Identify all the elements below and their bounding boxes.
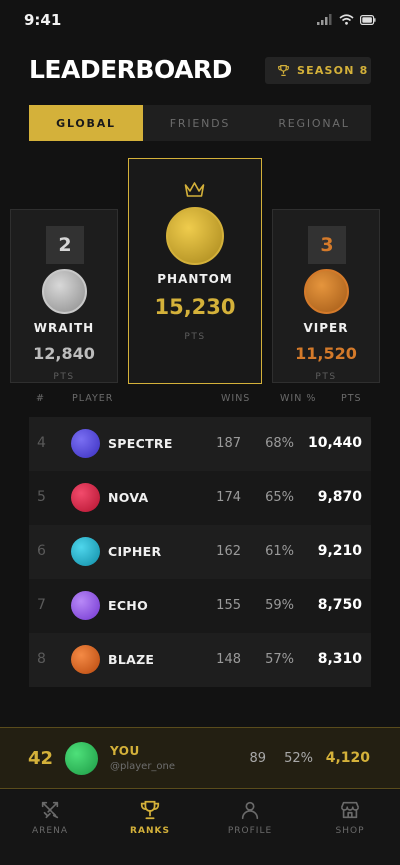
tab-regional[interactable]: REGIONAL [257, 105, 371, 141]
avatar [71, 591, 100, 620]
row-player-name: ECHO [108, 598, 148, 613]
row-rank: 7 [37, 597, 46, 613]
tab-global[interactable]: GLOBAL [29, 105, 143, 141]
row-points: 9,210 [317, 543, 362, 559]
season-button[interactable]: SEASON 8 [265, 57, 371, 84]
nav-label: RANKS [130, 826, 170, 836]
current-user-row[interactable]: 42 YOU @player_one 89 52% 4,120 [0, 727, 400, 789]
current-user-name: YOU [110, 744, 140, 758]
nav-label: ARENA [32, 826, 68, 836]
trophy-icon [140, 800, 160, 820]
row-win-pct: 68% [265, 436, 294, 451]
player-points: 11,520 [295, 344, 357, 363]
ranking-list: 4 SPECTRE 187 68% 10,440 5 NOVA 174 65% … [29, 417, 371, 687]
row-points: 8,750 [317, 597, 362, 613]
row-points: 9,870 [317, 489, 362, 505]
player-name: VIPER [303, 321, 349, 335]
current-user-points: 4,120 [325, 750, 370, 766]
status-time: 9:41 [24, 11, 62, 29]
row-player-name: CIPHER [108, 544, 162, 559]
points-unit: PTS [315, 372, 337, 382]
row-wins: 162 [216, 544, 241, 559]
current-user-rank: 42 [28, 748, 54, 769]
bottom-nav: ARENA RANKS PROFILE SHOP [0, 790, 400, 865]
trophy-icon [278, 65, 289, 76]
player-name: WRAITH [33, 321, 95, 335]
season-label: SEASON 8 [297, 64, 369, 77]
current-user-wins: 89 [249, 751, 266, 766]
rank-badge: 3 [308, 226, 346, 264]
nav-ranks[interactable]: RANKS [100, 790, 200, 865]
store-icon [340, 801, 360, 819]
header-wins: WINS [221, 393, 251, 404]
nav-label: PROFILE [227, 826, 273, 836]
user-icon [241, 801, 259, 820]
rank-badge: 2 [46, 226, 84, 264]
table-row[interactable]: 7 ECHO 155 59% 8,750 [29, 579, 371, 633]
table-header: # PLAYER WINS WIN % PTS [0, 393, 400, 409]
battery-icon [360, 14, 376, 25]
row-wins: 148 [216, 652, 241, 667]
row-rank: 4 [37, 435, 46, 451]
row-rank: 5 [37, 489, 46, 505]
nav-arena[interactable]: ARENA [0, 790, 100, 865]
avatar [65, 742, 98, 775]
player-name: PHANTOM [157, 272, 233, 286]
podium-second[interactable]: 2 WRAITH 12,840 PTS [10, 209, 118, 383]
row-win-pct: 61% [265, 544, 294, 559]
row-rank: 8 [37, 651, 46, 667]
row-points: 8,310 [317, 651, 362, 667]
avatar [304, 269, 349, 314]
header-rank: # [36, 393, 45, 404]
scope-tabs: GLOBAL FRIENDS REGIONAL [29, 105, 371, 141]
status-icons [317, 14, 376, 25]
tab-friends[interactable]: FRIENDS [143, 105, 257, 141]
wifi-icon [339, 14, 354, 25]
row-player-name: SPECTRE [108, 436, 173, 451]
current-user-win-pct: 52% [284, 751, 313, 766]
crown-icon [184, 182, 205, 197]
swords-icon [41, 801, 59, 819]
table-row[interactable]: 4 SPECTRE 187 68% 10,440 [29, 417, 371, 471]
table-row[interactable]: 5 NOVA 174 65% 9,870 [29, 471, 371, 525]
table-row[interactable]: 8 BLAZE 148 57% 8,310 [29, 633, 371, 687]
row-win-pct: 65% [265, 490, 294, 505]
points-unit: PTS [53, 372, 75, 382]
page-title: LEADERBOARD [29, 55, 232, 84]
row-wins: 187 [216, 436, 241, 451]
podium-first[interactable]: PHANTOM 15,230 PTS [128, 158, 262, 384]
status-bar: 9:41 [0, 0, 400, 40]
row-points: 10,440 [307, 435, 362, 451]
podium-third[interactable]: 3 VIPER 11,520 PTS [272, 209, 380, 383]
row-player-name: NOVA [108, 490, 149, 505]
current-user-handle: @player_one [110, 761, 176, 772]
points-unit: PTS [184, 332, 206, 342]
player-points: 15,230 [154, 295, 236, 319]
avatar [166, 207, 224, 265]
avatar [71, 645, 100, 674]
avatar [71, 483, 100, 512]
nav-shop[interactable]: SHOP [300, 790, 400, 865]
avatar [71, 537, 100, 566]
player-points: 12,840 [33, 344, 95, 363]
nav-label: SHOP [335, 826, 365, 836]
signal-icon [317, 14, 332, 25]
avatar [42, 269, 87, 314]
row-player-name: BLAZE [108, 652, 155, 667]
table-row[interactable]: 6 CIPHER 162 61% 9,210 [29, 525, 371, 579]
header-win-pct: WIN % [280, 393, 317, 404]
header-points: PTS [341, 393, 362, 404]
row-wins: 155 [216, 598, 241, 613]
row-wins: 174 [216, 490, 241, 505]
row-win-pct: 57% [265, 652, 294, 667]
nav-profile[interactable]: PROFILE [200, 790, 300, 865]
row-win-pct: 59% [265, 598, 294, 613]
header-player: PLAYER [72, 393, 114, 404]
avatar [71, 429, 100, 458]
row-rank: 6 [37, 543, 46, 559]
